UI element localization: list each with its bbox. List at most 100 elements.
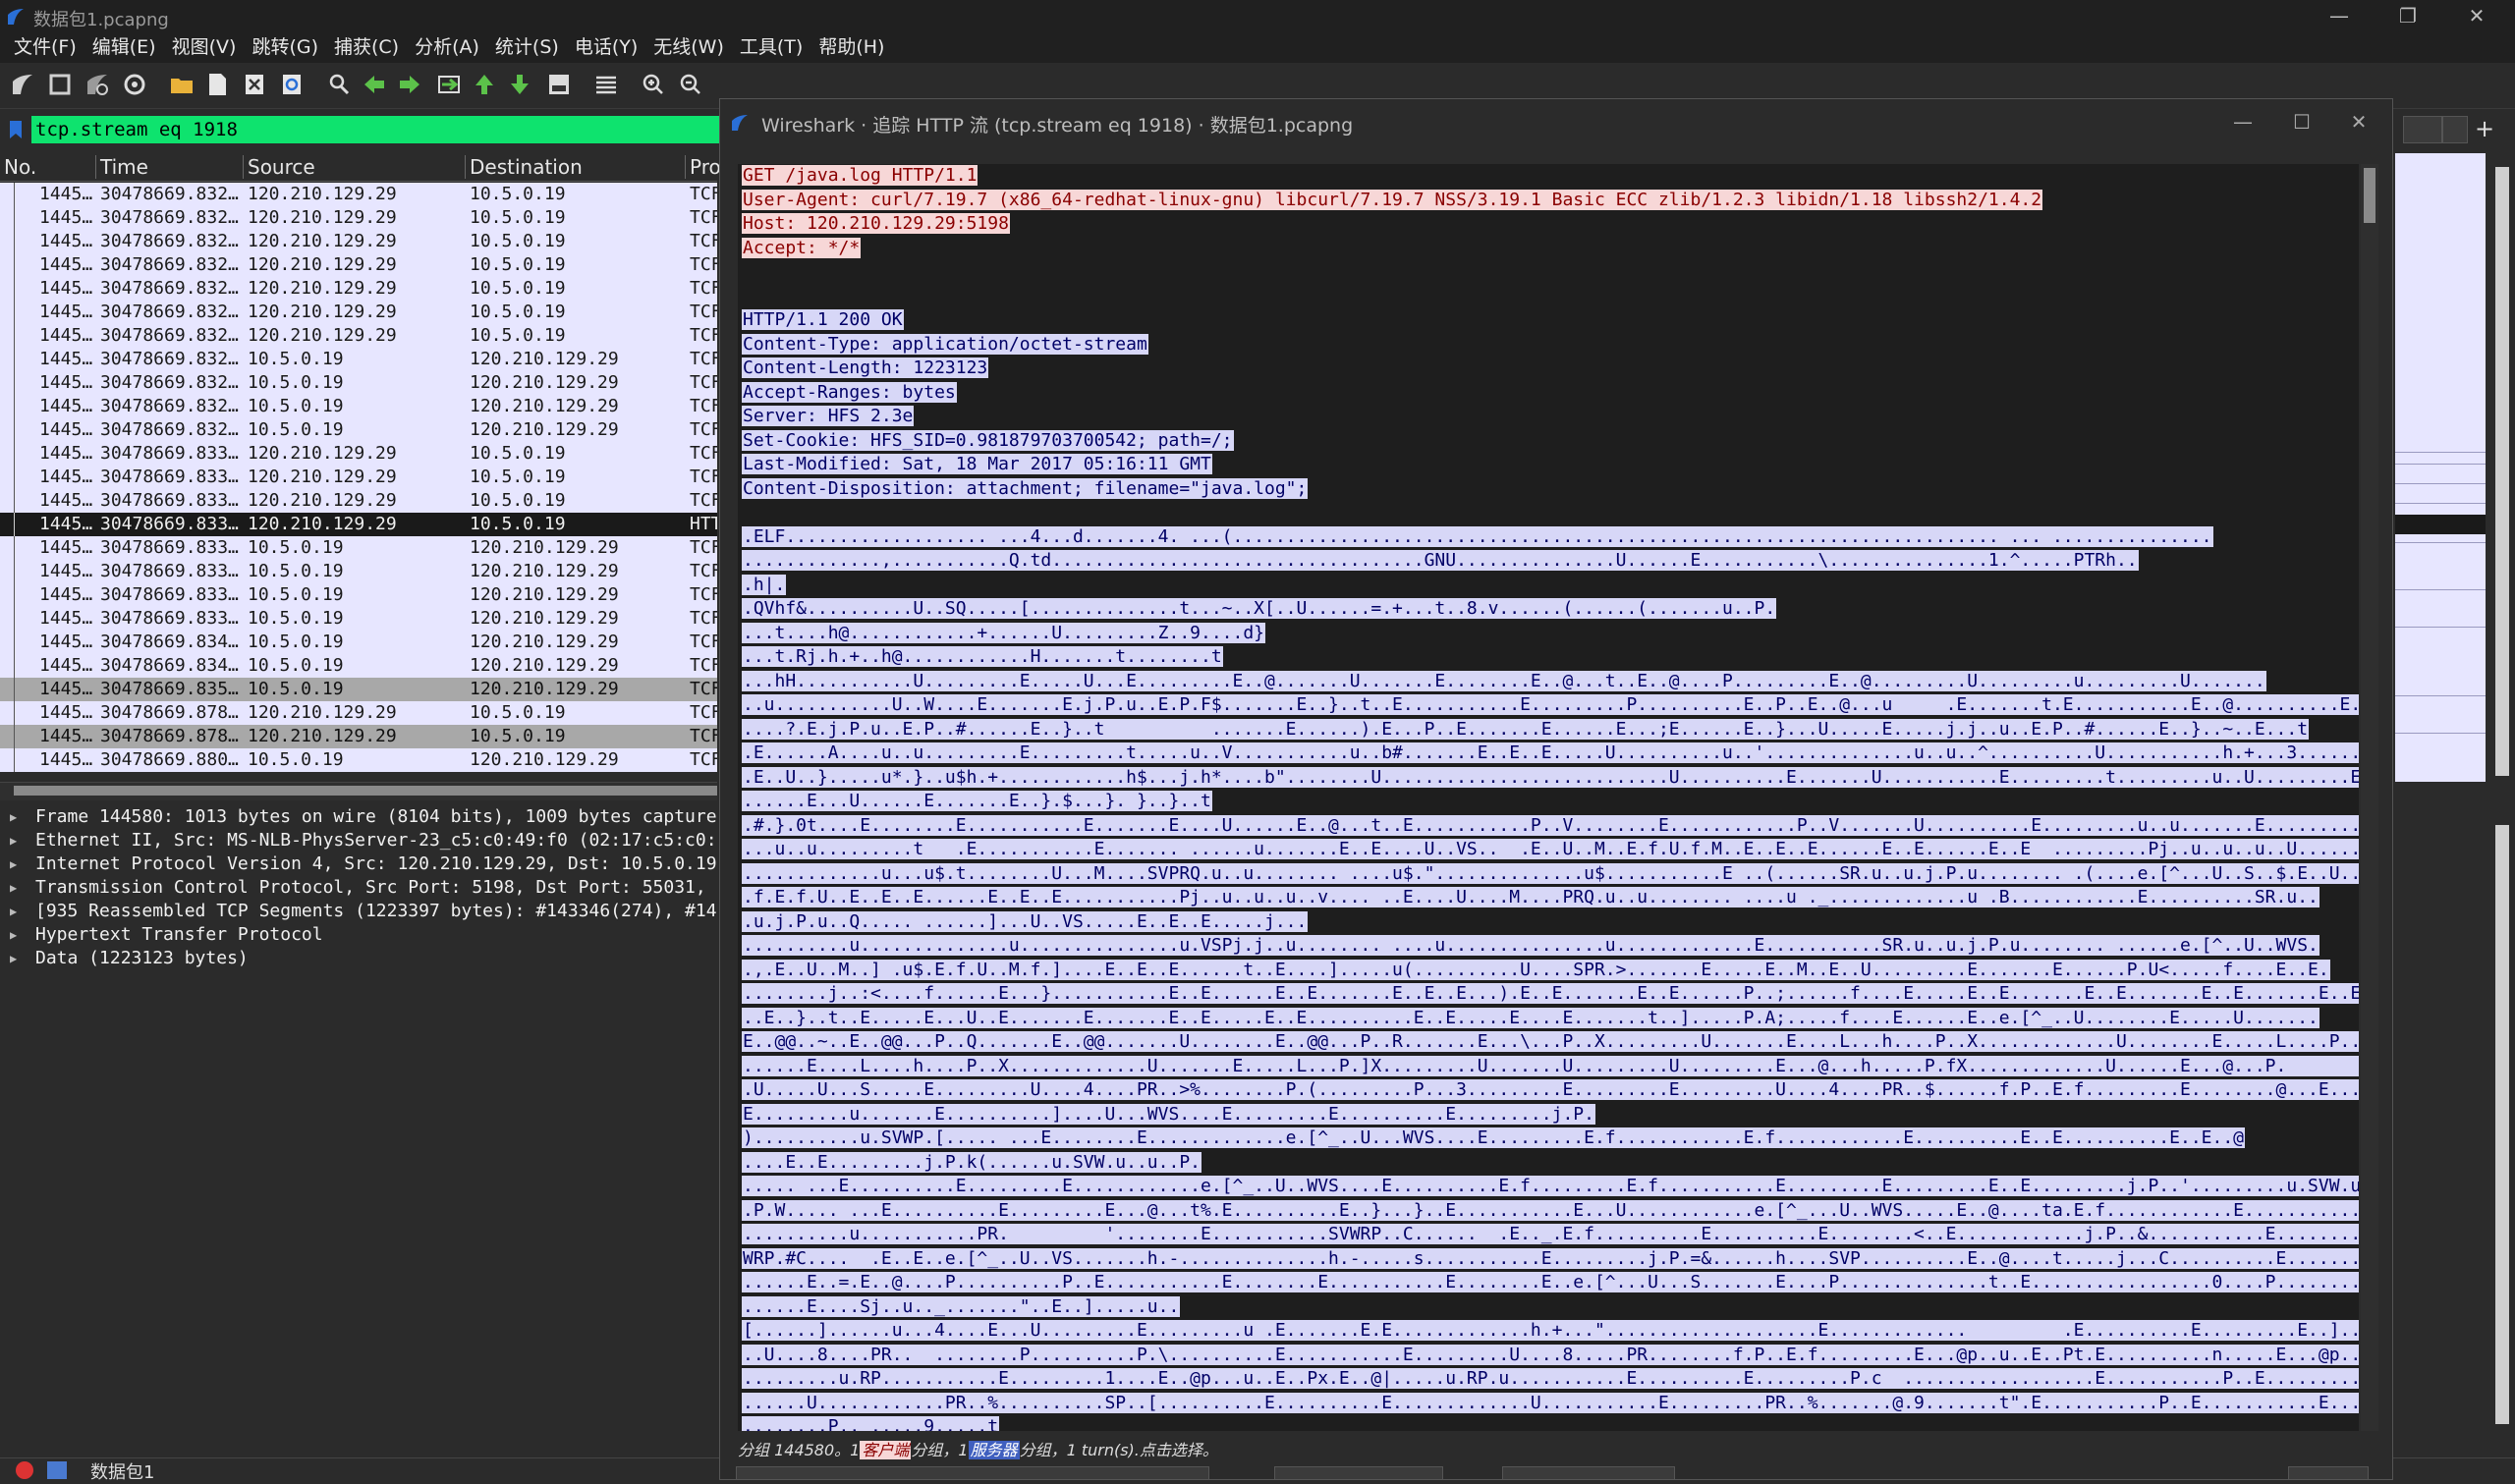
detail-tree-item[interactable]: ▶ Frame 144580: 1013 bytes on wire (8104 … — [0, 805, 717, 829]
reload-icon[interactable] — [279, 72, 305, 97]
column-time[interactable]: Time — [96, 155, 244, 179]
save-file-icon[interactable] — [204, 72, 230, 97]
column-destination[interactable]: Destination — [466, 155, 686, 179]
restart-fin-icon[interactable] — [84, 72, 110, 97]
packet-row[interactable]: 1445… 30478669.832… 120.210.129.29 10.5.0.1… — [0, 183, 717, 206]
dialog-minimize-button[interactable]: — — [2213, 107, 2272, 137]
menu-view[interactable]: 视图(V) — [164, 33, 245, 61]
back-arrow-icon[interactable] — [362, 72, 387, 97]
dialog-close-button[interactable]: ✕ — [2329, 107, 2388, 137]
zoom-in-icon[interactable] — [641, 72, 666, 97]
packet-row[interactable]: 1445… 30478669.834… 10.5.0.19 120.210.129.2… — [0, 654, 717, 678]
packet-list-vscroll-thumb[interactable] — [2495, 167, 2509, 776]
packet-row[interactable]: 1445… 30478669.878… 120.210.129.29 10.5.0.1… — [0, 725, 717, 748]
dialog-maximize-button[interactable]: ☐ — [2272, 107, 2331, 137]
column-protocol[interactable]: Pro — [686, 155, 721, 179]
packet-row[interactable]: 1445… 30478669.833… 120.210.129.29 10.5.0.1… — [0, 489, 717, 513]
packet-row[interactable]: 1445… 30478669.832… 120.210.129.29 10.5.0.1… — [0, 253, 717, 277]
packet-row[interactable]: 1445… 30478669.834… 10.5.0.19 120.210.129.2… — [0, 631, 717, 654]
filter-bookmark-icon[interactable] — [8, 120, 24, 139]
autoscroll-icon[interactable] — [546, 72, 572, 97]
packet-row[interactable]: 1445… 30478669.833… 10.5.0.19 120.210.129.2… — [0, 560, 717, 583]
close-file-icon[interactable] — [242, 72, 267, 97]
packet-row[interactable]: 1445… 30478669.832… 120.210.129.29 10.5.0.1… — [0, 301, 717, 324]
packet-list-hscroll-thumb[interactable] — [14, 786, 717, 796]
detail-tree-item[interactable]: ▶ Transmission Control Protocol, Src Port… — [0, 876, 717, 900]
packet-destination: 10.5.0.19 — [470, 254, 566, 275]
packet-row[interactable]: 1445… 30478669.833… 120.210.129.29 10.5.0.1… — [0, 442, 717, 466]
packet-row[interactable]: 1445… 30478669.832… 120.210.129.29 10.5.0.1… — [0, 324, 717, 348]
packet-row[interactable]: 1445… 30478669.833… 120.210.129.29 10.5.0.1… — [0, 513, 717, 536]
packet-row[interactable]: 1445… 30478669.832… 120.210.129.29 10.5.0.1… — [0, 277, 717, 301]
menu-tools[interactable]: 工具(T) — [732, 33, 810, 61]
expand-arrow-icon[interactable]: ▶ — [10, 805, 17, 829]
open-folder-icon[interactable] — [169, 72, 195, 97]
menu-telephony[interactable]: 电话(Y) — [567, 33, 645, 61]
packet-row[interactable]: 1445… 30478669.832… 10.5.0.19 120.210.129.2… — [0, 371, 717, 395]
detail-tree-item[interactable]: ▶ Ethernet II, Src: MS-NLB-PhysServer-23_… — [0, 829, 717, 852]
packet-row[interactable]: 1445… 30478669.832… 120.210.129.29 10.5.0.1… — [0, 230, 717, 253]
stream-vscroll-thumb[interactable] — [2364, 168, 2375, 223]
packet-row[interactable]: 1445… 30478669.880… 10.5.0.19 120.210.129.2… — [0, 748, 717, 772]
stream-number-spinner[interactable] — [2288, 1466, 2369, 1479]
first-packet-icon[interactable] — [472, 72, 497, 97]
packet-row[interactable]: 1445… 30478669.833… 120.210.129.29 10.5.0.1… — [0, 466, 717, 489]
close-button[interactable]: ✕ — [2446, 0, 2507, 33]
stream-encoding-select[interactable] — [1502, 1466, 1675, 1479]
packet-details-vscroll-thumb[interactable] — [2495, 825, 2509, 1424]
stream-content-view[interactable]: GET /java.log HTTP/1.1 User-Agent: curl/7… — [738, 164, 2359, 1431]
packet-row[interactable]: 1445… 30478669.833… 10.5.0.19 120.210.129.2… — [0, 607, 717, 631]
menu-go[interactable]: 跳转(G) — [244, 33, 326, 61]
conversation-select[interactable] — [736, 1466, 1209, 1479]
menu-capture[interactable]: 捕获(C) — [326, 33, 407, 61]
menu-help[interactable]: 帮助(H) — [810, 33, 892, 61]
stop-square-icon[interactable] — [47, 72, 73, 97]
menu-wireless[interactable]: 无线(W) — [645, 33, 732, 61]
packet-row[interactable]: 1445… 30478669.835… 10.5.0.19 120.210.129.2… — [0, 678, 717, 701]
detail-tree-item[interactable]: ▶ Data (1223123 bytes) — [0, 947, 717, 970]
expand-arrow-icon[interactable]: ▶ — [10, 876, 17, 900]
menu-edit[interactable]: 编辑(E) — [84, 33, 164, 61]
main-titlebar: 数据包1.pcapng — ❐ ✕ — [0, 0, 2515, 33]
stream-vscrollbar[interactable] — [2361, 164, 2378, 1431]
menu-statistics[interactable]: 统计(S) — [487, 33, 567, 61]
colorize-icon[interactable] — [593, 72, 619, 97]
filter-dropdown-chevron-icon[interactable] — [2442, 116, 2468, 143]
conversation-tree-line — [14, 442, 25, 466]
goto-packet-icon[interactable] — [436, 72, 462, 97]
apply-filter-arrow-icon[interactable] — [2403, 116, 2442, 143]
packet-row[interactable]: 1445… 30478669.878… 120.210.129.29 10.5.0.1… — [0, 701, 717, 725]
detail-tree-item[interactable]: ▶ Hypertext Transfer Protocol — [0, 923, 717, 947]
detail-tree-item[interactable]: ▶ [935 Reassembled TCP Segments (1223397 … — [0, 900, 717, 923]
minimize-button[interactable]: — — [2309, 0, 2370, 33]
zoom-out-icon[interactable] — [678, 72, 703, 97]
display-filter-input[interactable] — [31, 116, 719, 143]
maximize-button[interactable]: ❐ — [2377, 0, 2438, 33]
detail-tree-item[interactable]: ▶ Internet Protocol Version 4, Src: 120.2… — [0, 852, 717, 876]
menu-analyze[interactable]: 分析(A) — [407, 33, 487, 61]
packet-row[interactable]: 1445… 30478669.832… 10.5.0.19 120.210.129.2… — [0, 395, 717, 418]
show-as-select[interactable] — [1274, 1466, 1443, 1479]
expand-arrow-icon[interactable]: ▶ — [10, 900, 17, 923]
options-gear-icon[interactable] — [122, 72, 147, 97]
capture-status-icon[interactable] — [16, 1461, 33, 1479]
expand-arrow-icon[interactable]: ▶ — [10, 923, 17, 947]
packet-row[interactable]: 1445… 30478669.833… 10.5.0.19 120.210.129.2… — [0, 583, 717, 607]
last-packet-icon[interactable] — [507, 72, 532, 97]
menu-file[interactable]: 文件(F) — [6, 33, 84, 61]
expand-arrow-icon[interactable]: ▶ — [10, 829, 17, 852]
stream-line-text: GET /java.log HTTP/1.1 — [742, 165, 978, 186]
expert-info-icon[interactable] — [47, 1461, 67, 1479]
expand-arrow-icon[interactable]: ▶ — [10, 947, 17, 970]
find-icon[interactable] — [326, 72, 352, 97]
add-filter-button[interactable]: + — [2470, 114, 2499, 143]
column-no[interactable]: No. — [0, 155, 96, 179]
column-source[interactable]: Source — [244, 155, 466, 179]
packet-row[interactable]: 1445… 30478669.832… 10.5.0.19 120.210.129.2… — [0, 418, 717, 442]
shark-fin-start-icon[interactable] — [10, 72, 35, 97]
forward-arrow-icon[interactable] — [397, 72, 422, 97]
packet-row[interactable]: 1445… 30478669.832… 120.210.129.29 10.5.0.1… — [0, 206, 717, 230]
packet-row[interactable]: 1445… 30478669.833… 10.5.0.19 120.210.129.2… — [0, 536, 717, 560]
expand-arrow-icon[interactable]: ▶ — [10, 852, 17, 876]
packet-row[interactable]: 1445… 30478669.832… 10.5.0.19 120.210.129.2… — [0, 348, 717, 371]
